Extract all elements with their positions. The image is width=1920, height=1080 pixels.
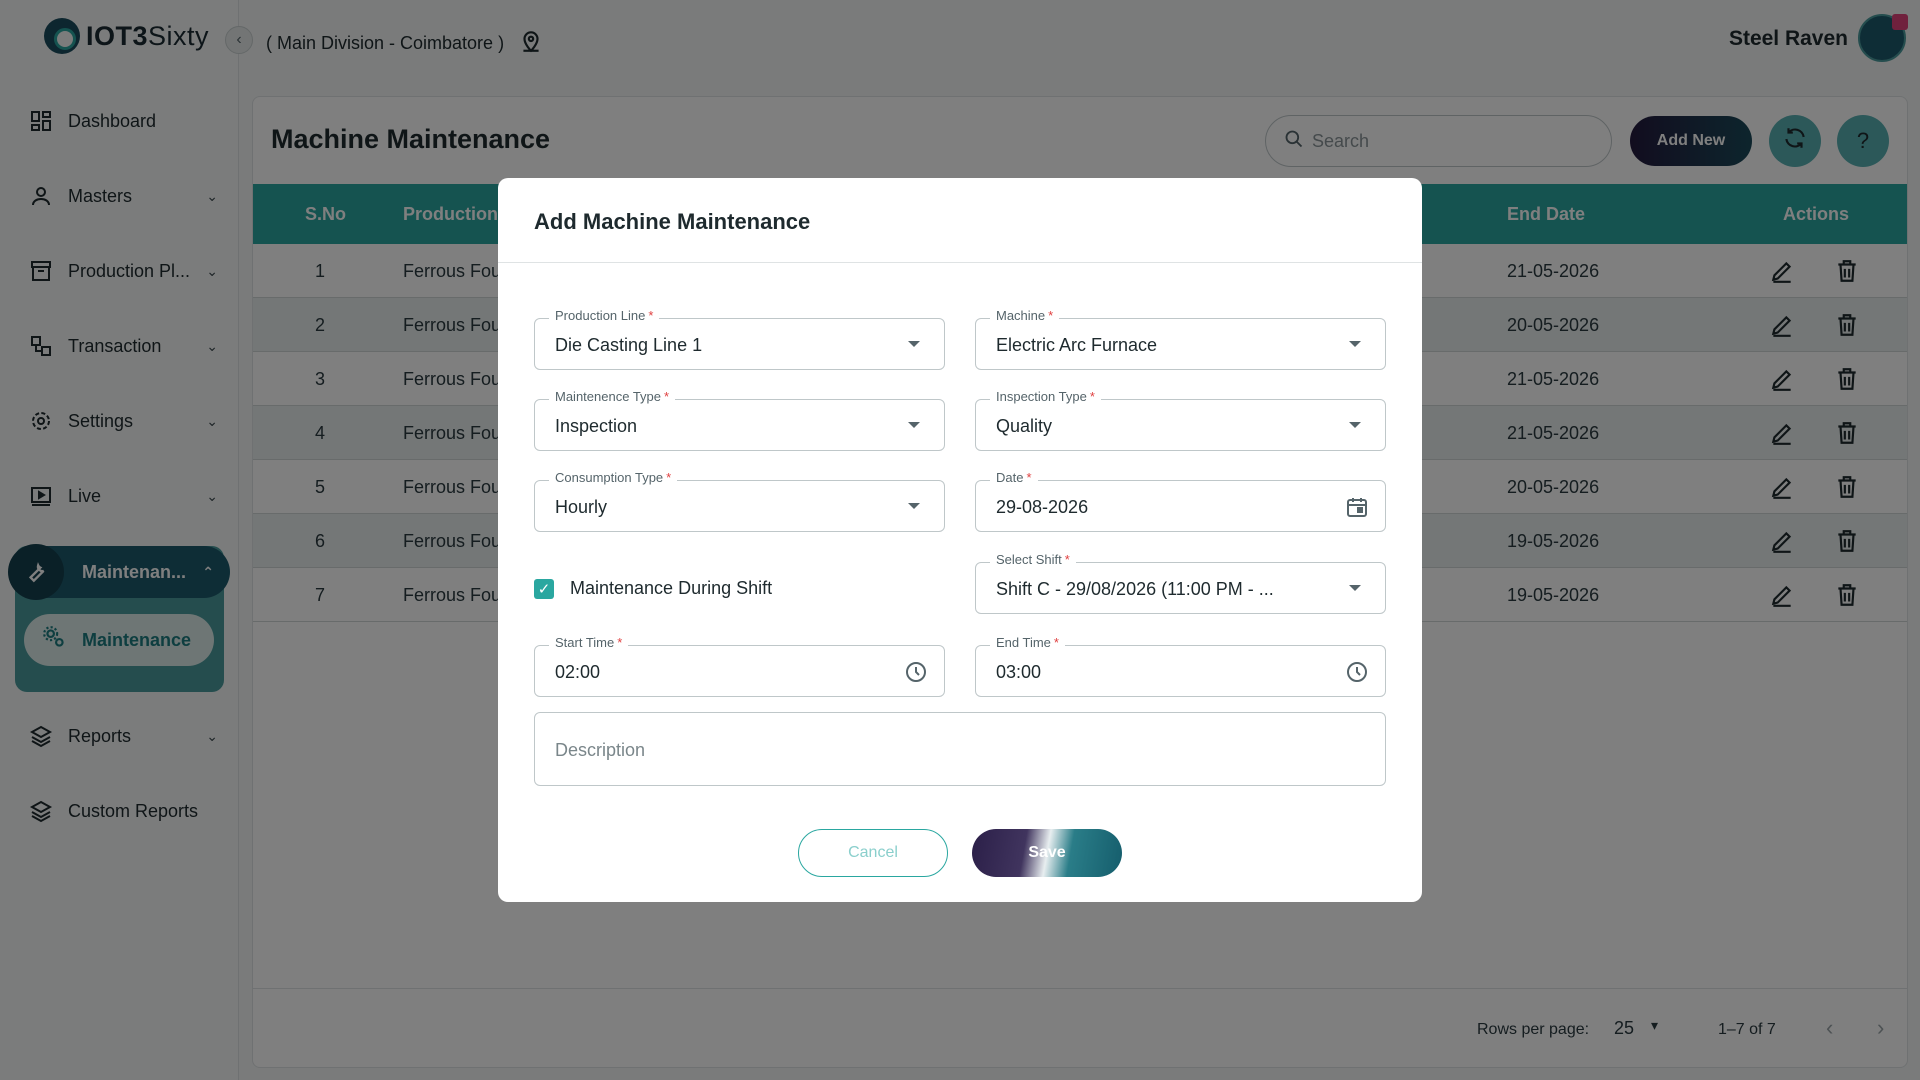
caret-down-icon (1349, 422, 1361, 428)
field-label: Machine * (990, 308, 1060, 323)
clock-icon[interactable] (904, 660, 928, 684)
field-label: Start Time * (549, 635, 629, 650)
field-label: Production Line * (549, 308, 660, 323)
checkbox-checked-icon[interactable]: ✓ (534, 578, 554, 599)
production-line-select[interactable]: Production Line * Die Casting Line 1 (534, 308, 945, 370)
cancel-button[interactable]: Cancel (798, 829, 948, 877)
field-label: Maintenence Type * (549, 389, 676, 404)
field-value: 02:00 (555, 662, 601, 682)
description-placeholder: Description (555, 740, 646, 760)
field-label: Consumption Type * (549, 470, 678, 485)
clock-icon[interactable] (1345, 660, 1369, 684)
inspection-type-select[interactable]: Inspection Type * Quality (975, 389, 1386, 451)
field-label: Inspection Type * (990, 389, 1101, 404)
caret-down-icon (908, 503, 920, 509)
dialog-divider (498, 262, 1422, 263)
maintenance-during-shift-checkbox[interactable]: ✓ Maintenance During Shift (534, 578, 772, 599)
save-button[interactable]: Save (972, 829, 1122, 877)
caret-down-icon (908, 422, 920, 428)
field-value: Hourly (555, 497, 608, 517)
field-value: Die Casting Line 1 (555, 335, 703, 355)
caret-down-icon (1349, 341, 1361, 347)
field-label: Select Shift * (990, 552, 1076, 567)
consumption-type-select[interactable]: Consumption Type * Hourly (534, 470, 945, 532)
end-time-field[interactable]: End Time * 03:00 (975, 635, 1386, 697)
field-value: Inspection (555, 416, 638, 436)
calendar-icon[interactable] (1345, 495, 1369, 519)
dialog-title: Add Machine Maintenance (534, 209, 811, 234)
add-maintenance-dialog: Add Machine Maintenance Production Line *… (498, 178, 1422, 902)
caret-down-icon (1349, 585, 1361, 591)
caret-down-icon (908, 341, 920, 347)
field-value: Shift C - 29/08/2026 (11:00 PM - ... (996, 579, 1274, 599)
field-label: Date * (990, 470, 1038, 485)
checkbox-label: Maintenance During Shift (570, 578, 773, 598)
select-shift-select[interactable]: Select Shift * Shift C - 29/08/2026 (11:0… (975, 552, 1386, 614)
date-field[interactable]: Date * 29-08-2026 (975, 470, 1386, 532)
field-value: Quality (996, 416, 1053, 436)
field-value: 03:00 (996, 662, 1042, 682)
field-label: End Time * (990, 635, 1065, 650)
description-input[interactable]: Description (534, 712, 1386, 786)
field-value: 29-08-2026 (996, 497, 1089, 517)
field-value: Electric Arc Furnace (996, 335, 1158, 355)
maintenance-type-select[interactable]: Maintenence Type * Inspection (534, 389, 945, 451)
machine-select[interactable]: Machine * Electric Arc Furnace (975, 308, 1386, 370)
start-time-field[interactable]: Start Time * 02:00 (534, 635, 945, 697)
